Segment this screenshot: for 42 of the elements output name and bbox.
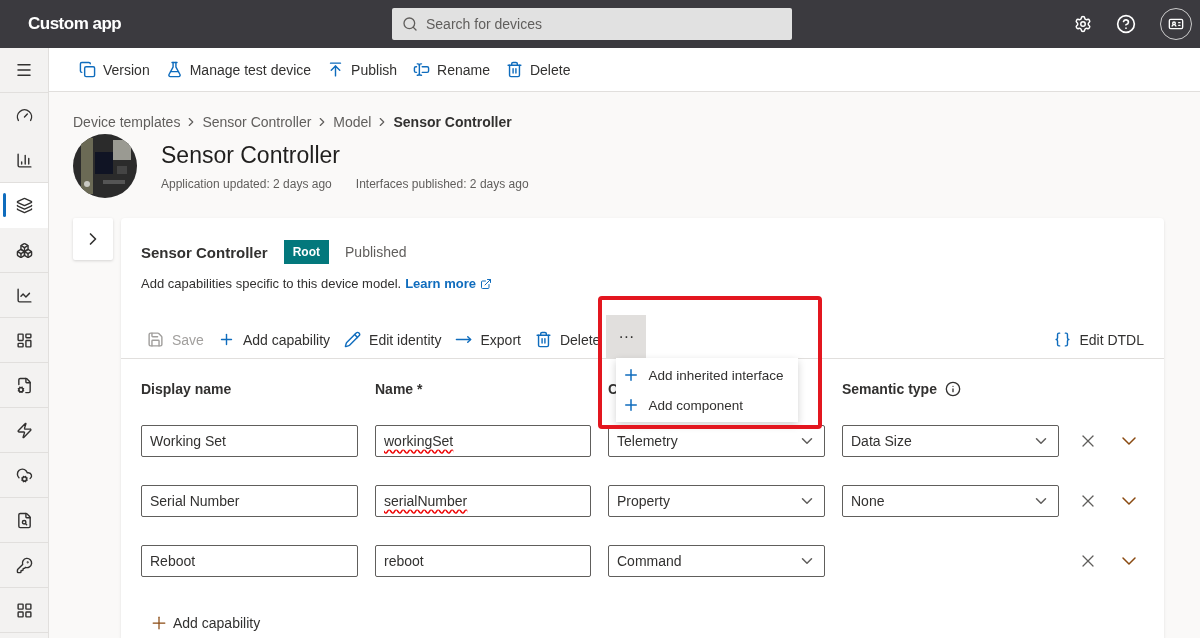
description-text: Add capabilities specific to this device model. <box>141 276 402 291</box>
root-badge: Root <box>283 240 329 264</box>
text-field[interactable]: Reboot <box>141 545 358 577</box>
status-text: Published <box>345 244 407 260</box>
toolbar-button[interactable]: Manage test device <box>165 61 312 78</box>
action-button[interactable]: Add capability <box>217 321 331 358</box>
breadcrumb-current: Sensor Controller <box>393 114 512 130</box>
page-title: Sensor Controller <box>161 141 341 169</box>
learn-more-link[interactable]: Learn more <box>405 276 476 291</box>
toolbar-button[interactable]: Version <box>79 61 150 78</box>
dropdown[interactable]: Command <box>608 545 825 577</box>
text-field[interactable]: workingSet <box>375 425 591 457</box>
card-title: Sensor Controller <box>141 243 268 261</box>
updated-text: Application updated: 2 days ago <box>161 176 332 191</box>
toolbar-button[interactable]: Publish <box>327 61 398 78</box>
edit-dtdl-button[interactable]: Edit DTDL <box>1054 321 1144 358</box>
dropdown[interactable]: None <box>842 485 1059 517</box>
column-header: Semantic type <box>842 381 1059 397</box>
text-field[interactable]: Working Set <box>141 425 358 457</box>
column-header: Name * <box>375 381 424 397</box>
toolbar-button[interactable]: Rename <box>413 61 490 78</box>
dropdown[interactable]: Telemetry <box>608 425 825 457</box>
more-button[interactable]: ··· <box>606 315 647 358</box>
menu-item[interactable]: Add inherited interface <box>616 360 799 390</box>
breadcrumb-link[interactable]: Model <box>333 114 372 130</box>
text-field[interactable]: serialNumber <box>375 485 591 517</box>
add-capability-button[interactable]: Add capability <box>149 613 261 633</box>
menu-item[interactable]: Add component <box>616 390 799 420</box>
breadcrumb-link[interactable]: Sensor Controller <box>202 114 312 130</box>
toolbar-button[interactable]: Delete <box>505 61 571 78</box>
text-field[interactable]: reboot <box>375 545 591 577</box>
dropdown[interactable]: Data Size <box>842 425 1059 457</box>
published-text: Interfaces published: 2 days ago <box>355 176 529 191</box>
action-button[interactable]: Delete <box>534 321 601 358</box>
action-button[interactable]: Edit identity <box>344 321 442 358</box>
action-button[interactable]: Export <box>455 321 521 358</box>
text-field[interactable]: Serial Number <box>141 485 358 517</box>
dropdown[interactable]: Property <box>608 485 825 517</box>
column-header: Display name <box>141 381 233 397</box>
app-title: Custom app <box>28 14 123 34</box>
breadcrumb-link[interactable]: Device templates <box>73 114 181 130</box>
search-field[interactable]: Search for devices <box>392 8 792 40</box>
